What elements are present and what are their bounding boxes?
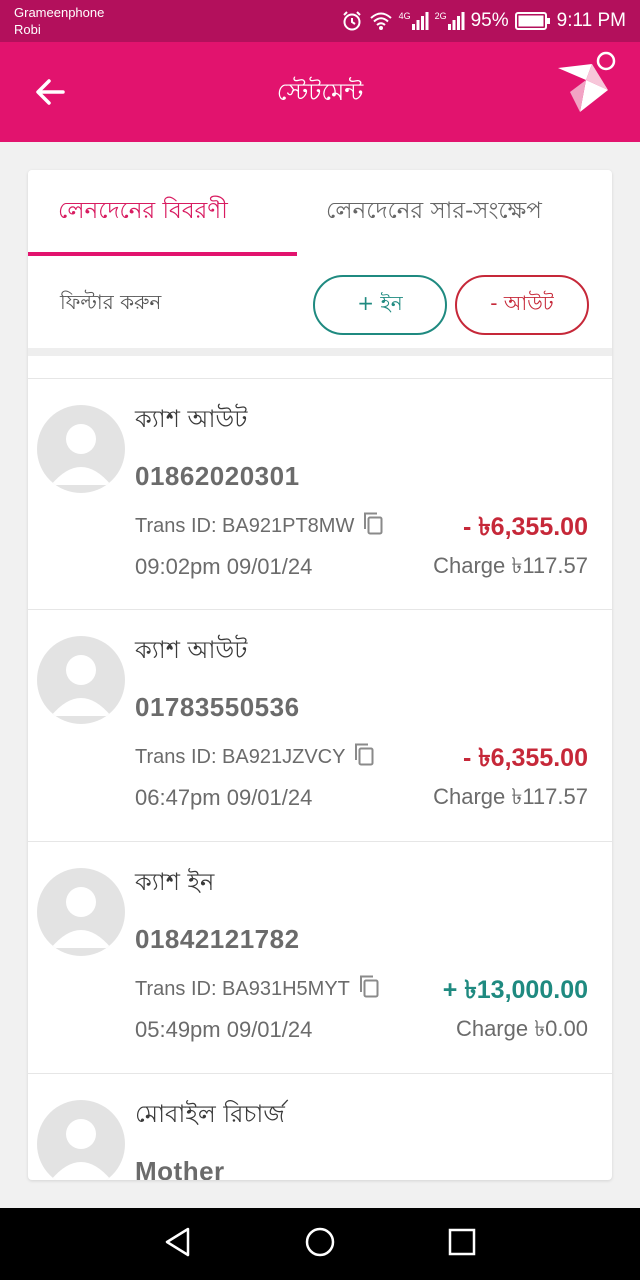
transaction-item[interactable]: ক্যাশ আউট 01862020301 Trans ID: BA921PT8…	[28, 378, 612, 610]
carrier-names: Grameenphone Robi	[14, 4, 104, 38]
transaction-charge: Charge ৳117.57	[433, 553, 588, 578]
transaction-charge: Charge ৳117.57	[433, 784, 588, 809]
transaction-amount: - ৳6,355.00	[462, 744, 588, 772]
tab-bar: লেনদেনের বিবরণী লেনদেনের সার-সংক্ষেপ	[28, 170, 612, 256]
filter-out-button[interactable]: - আউট	[455, 275, 589, 335]
copy-icon[interactable]	[362, 511, 384, 541]
tab-transaction-summary[interactable]: লেনদেনের সার-সংক্ষেপ	[326, 192, 542, 231]
clock: 9:11 PM	[556, 10, 626, 31]
tab-transaction-details[interactable]: লেনদেনের বিবরণী	[58, 192, 228, 231]
nav-back-icon	[163, 1226, 193, 1262]
carrier-1: Grameenphone	[14, 5, 105, 20]
transaction-list: ক্যাশ আউট 01862020301 Trans ID: BA921PT8…	[28, 378, 612, 1180]
nav-home-icon	[304, 1226, 336, 1262]
alarm-icon	[341, 10, 363, 32]
avatar	[37, 1100, 125, 1180]
app-bar: স্টেটমেন্ট	[0, 42, 640, 142]
nav-recents-icon	[448, 1228, 476, 1260]
account-number: 01862020301	[135, 461, 300, 491]
transaction-item[interactable]: ক্যাশ আউট 01783550536 Trans ID: BA921JZV…	[28, 610, 612, 842]
transaction-id-text: Trans ID: BA931H5MYT	[135, 977, 350, 1000]
copy-icon[interactable]	[358, 974, 380, 1004]
transaction-amount: - ৳6,355.00	[462, 513, 588, 541]
carrier-2: Robi	[14, 22, 41, 37]
signal-icon-1: 4G	[399, 12, 429, 30]
transaction-time: 09:02pm 09/01/24	[135, 554, 313, 579]
transaction-id: Trans ID: BA921PT8MW	[135, 511, 384, 541]
nav-back-button[interactable]	[160, 1226, 196, 1262]
transaction-id: Trans ID: BA931H5MYT	[135, 974, 380, 1004]
transaction-id-text: Trans ID: BA921JZVCY	[135, 745, 346, 768]
transaction-id-text: Trans ID: BA921PT8MW	[135, 514, 355, 537]
account-number: 01783550536	[135, 692, 300, 722]
filter-in-button[interactable]: + ইন	[313, 275, 447, 335]
filter-label: ফিল্টার করুন	[60, 290, 162, 314]
transaction-time: 05:49pm 09/01/24	[135, 1017, 313, 1042]
status-bar: Grameenphone Robi 4G 2G 95% 9:11 PM	[0, 0, 640, 42]
transaction-type: ক্যাশ আউট	[135, 405, 248, 433]
filter-row: ফিল্টার করুন + ইন - আউট	[28, 256, 612, 356]
signal-icon-2: 2G	[435, 12, 465, 30]
nav-recents-button[interactable]	[444, 1226, 480, 1262]
transaction-time: 06:47pm 09/01/24	[135, 785, 313, 810]
network-type-1: 4G	[398, 11, 411, 21]
page-title: স্টেটমেন্ট	[276, 78, 364, 106]
account-number: Mother	[135, 1156, 225, 1180]
transaction-item[interactable]: ক্যাশ ইন 01842121782 Trans ID: BA931H5MY…	[28, 842, 612, 1074]
status-icons: 4G 2G 95% 9:11 PM	[341, 8, 626, 34]
avatar	[37, 405, 125, 493]
wifi-icon	[369, 11, 393, 31]
bkash-logo-icon	[556, 50, 622, 124]
statement-card: লেনদেনের বিবরণী লেনদেনের সার-সংক্ষেপ ফিল…	[28, 170, 612, 1180]
avatar	[37, 868, 125, 956]
transaction-charge: Charge ৳0.00	[455, 1016, 588, 1041]
transaction-item[interactable]: মোবাইল রিচার্জ Mother	[28, 1074, 612, 1180]
transaction-amount: + ৳13,000.00	[442, 976, 588, 1004]
battery-percent: 95%	[470, 10, 509, 31]
transaction-id: Trans ID: BA921JZVCY	[135, 742, 375, 772]
system-nav-bar	[0, 1208, 640, 1280]
network-type-2: 2G	[434, 11, 447, 21]
nav-home-button[interactable]	[302, 1226, 338, 1262]
copy-icon[interactable]	[353, 742, 375, 772]
account-number: 01842121782	[135, 924, 300, 954]
transaction-type: ক্যাশ আউট	[135, 636, 248, 664]
transaction-type: ক্যাশ ইন	[135, 868, 215, 896]
transaction-type: মোবাইল রিচার্জ	[135, 1100, 285, 1128]
battery-icon	[514, 12, 551, 30]
avatar	[37, 636, 125, 724]
